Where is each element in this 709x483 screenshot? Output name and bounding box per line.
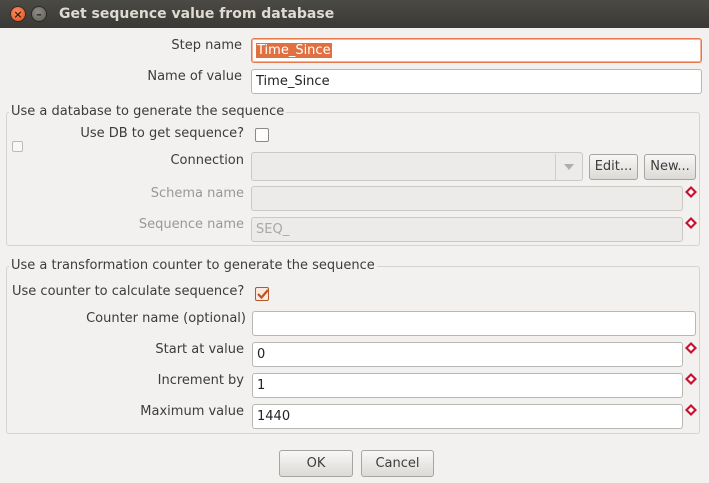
db-group-title: Use a database to generate the sequence (9, 104, 287, 119)
variable-diamond-icon (685, 373, 697, 385)
counter-name-label: Counter name (optional) (86, 311, 246, 326)
name-of-value-label: Name of value (147, 69, 242, 84)
start-value-input[interactable]: 0 (252, 342, 683, 367)
dropdown-arrow-icon (555, 154, 581, 180)
maximum-value-label: Maximum value (140, 404, 244, 419)
maximum-value-input[interactable]: 1440 (252, 404, 683, 429)
connection-select[interactable] (251, 152, 583, 181)
step-name-label: Step name (171, 38, 242, 53)
variable-diamond-icon (685, 404, 697, 416)
edit-connection-button[interactable]: Edit... (589, 154, 638, 180)
minimize-icon[interactable]: – (31, 6, 47, 22)
new-connection-button[interactable]: New... (644, 154, 696, 180)
step-name-input[interactable]: Time_Since (251, 38, 702, 63)
counter-group-title: Use a transformation counter to generate… (9, 258, 377, 273)
use-counter-label: Use counter to calculate sequence? (12, 284, 245, 299)
counter-name-input[interactable] (252, 311, 696, 336)
use-db-label: Use DB to get sequence? (80, 126, 244, 141)
schema-name-input (251, 186, 683, 211)
connection-label: Connection (170, 153, 244, 168)
variable-diamond-icon (685, 186, 697, 198)
title-bar: × – Get sequence value from database (0, 0, 709, 28)
db-group-toggle-checkbox[interactable] (12, 141, 23, 152)
start-value-label: Start at value (155, 342, 244, 357)
variable-diamond-icon (685, 217, 697, 229)
name-of-value-input[interactable]: Time_Since (251, 69, 702, 94)
sequence-name-label: Sequence name (138, 217, 244, 232)
use-counter-checkbox[interactable] (255, 287, 269, 301)
variable-diamond-icon (685, 342, 697, 354)
cancel-button[interactable]: Cancel (361, 450, 434, 477)
close-icon[interactable]: × (10, 6, 26, 22)
window-title: Get sequence value from database (59, 6, 335, 22)
ok-button[interactable]: OK (279, 450, 353, 477)
increment-label: Increment by (157, 373, 244, 388)
sequence-name-input: SEQ_ (251, 217, 683, 242)
use-db-checkbox[interactable] (255, 128, 269, 142)
increment-input[interactable]: 1 (252, 373, 683, 398)
step-name-value: Time_Since (256, 43, 332, 58)
schema-name-label: Schema name (150, 186, 244, 201)
checkmark-icon (257, 289, 269, 300)
